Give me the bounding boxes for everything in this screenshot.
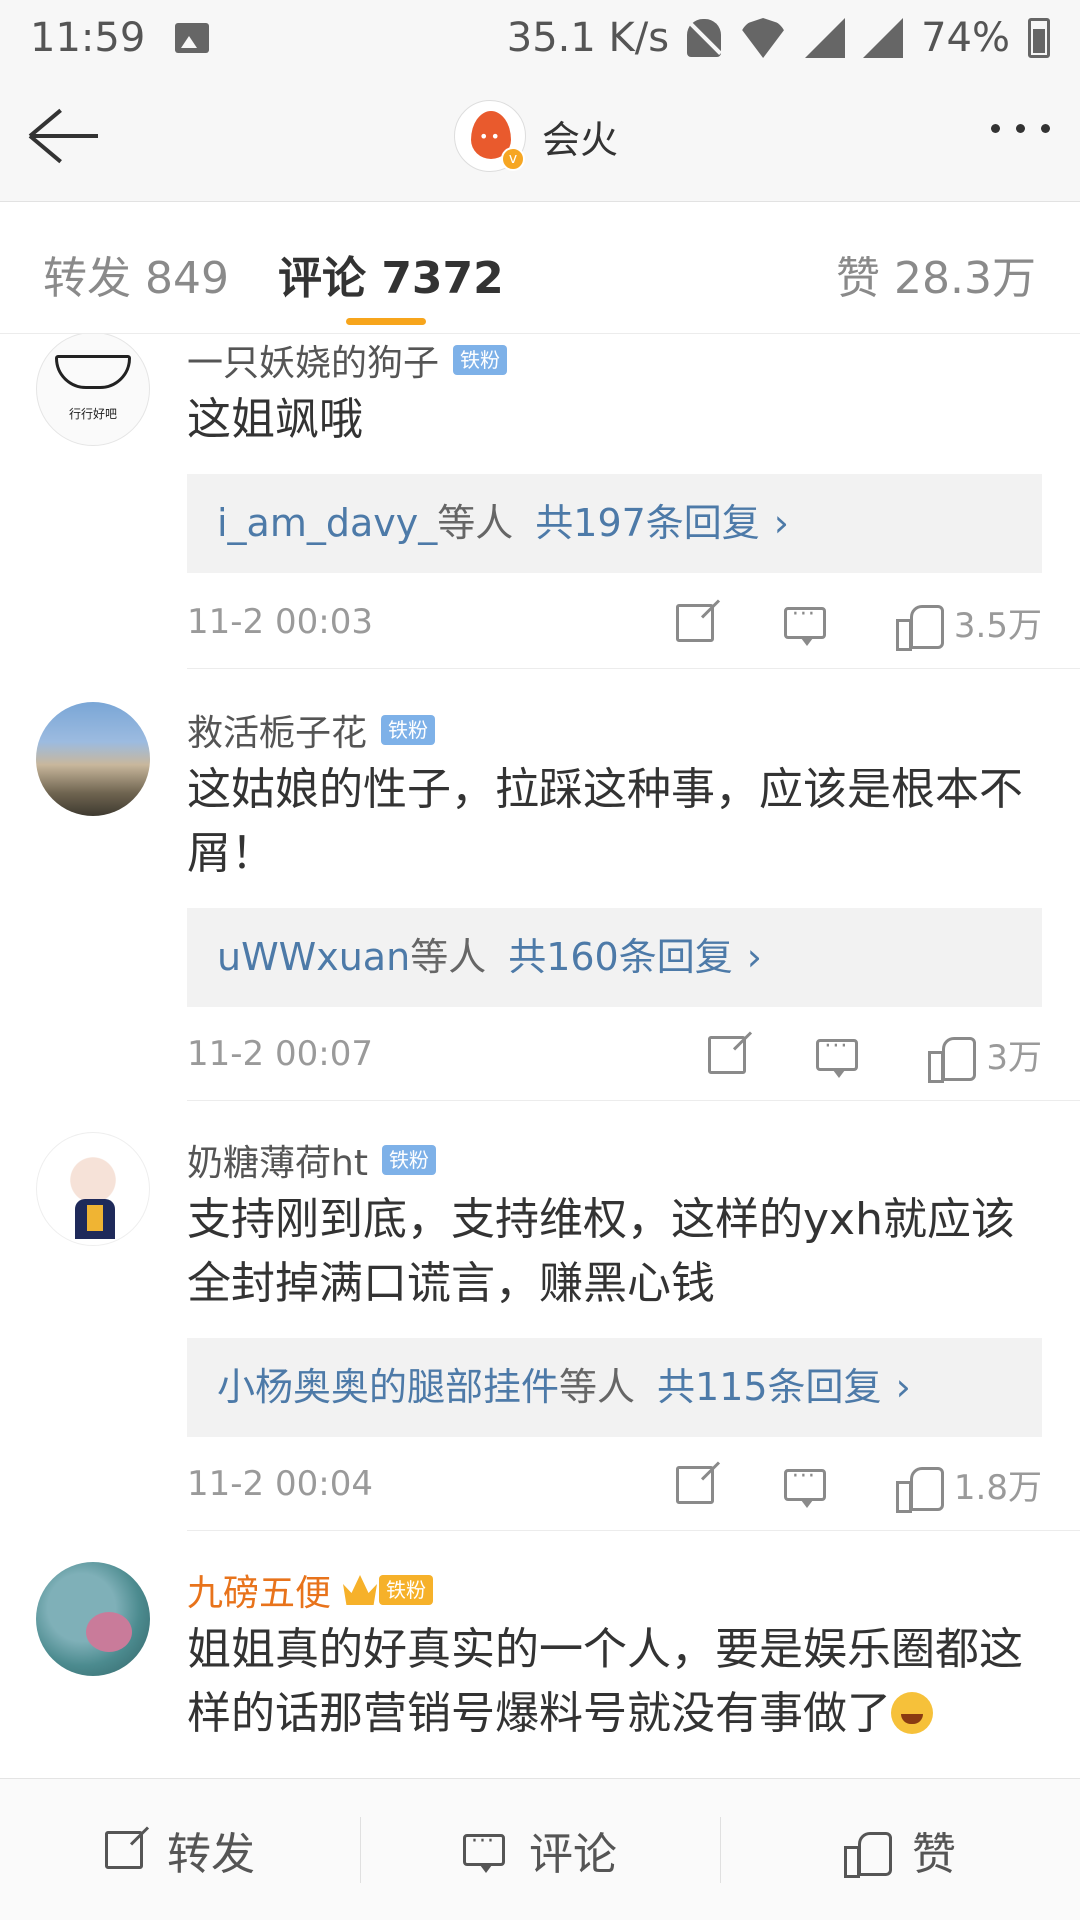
back-arrow-icon[interactable]: [28, 106, 102, 166]
like-icon[interactable]: [895, 1463, 944, 1513]
reply-icon[interactable]: [816, 1034, 859, 1078]
replies-link[interactable]: 小杨奥奥的腿部挂件等人 共115条回复 ›: [187, 1338, 1042, 1437]
repost-button[interactable]: 转发: [0, 1779, 360, 1920]
chevron-right-icon: ›: [895, 1365, 911, 1409]
fan-badge: 铁粉: [381, 1145, 436, 1175]
comment-time: 11-2 00:07: [187, 1034, 373, 1074]
author-avatar[interactable]: v: [454, 100, 526, 172]
weibo-comments-page: 11:59 35.1 K/s 74% v 会火 转发 849: [0, 0, 1080, 1920]
repost-label: 转发: [167, 1828, 255, 1880]
like-icon[interactable]: [928, 1033, 977, 1083]
battery-icon: [1028, 18, 1050, 58]
commenter-name[interactable]: 一只妖娆的狗子 铁粉: [187, 334, 508, 386]
status-bar: 11:59 35.1 K/s 74%: [0, 0, 1080, 76]
tab-repost[interactable]: 转发 849: [43, 242, 229, 306]
commenter-name[interactable]: 九磅五便 铁粉: [187, 1564, 434, 1616]
comment-list[interactable]: 行行好吧 一只妖娆的狗子 铁粉 这姐飒哦 i_am_davy_等人 共197条回复…: [0, 334, 1080, 1778]
comment-time: 11-2 00:04: [187, 1464, 373, 1504]
post-author[interactable]: v 会火: [454, 100, 618, 172]
active-tab-indicator: [346, 318, 426, 325]
status-time: 11:59: [30, 15, 146, 61]
replies-link[interactable]: i_am_davy_等人 共197条回复 ›: [187, 474, 1042, 573]
chevron-right-icon: ›: [773, 501, 789, 545]
comment-label: 评论: [529, 1828, 617, 1880]
commenter-name[interactable]: 奶糖薄荷ht 铁粉: [187, 1134, 436, 1186]
comment-text: 这姐飒哦: [187, 394, 363, 445]
comment-actions: 3.5万: [606, 598, 1042, 651]
tab-like[interactable]: 赞 28.3万: [836, 242, 1036, 306]
comment-text: 这姑娘的性子，拉踩这种事，应该是根本不屑！: [187, 764, 1023, 879]
share-icon[interactable]: [708, 1035, 747, 1074]
reply-icon[interactable]: [783, 602, 826, 646]
commenter-avatar[interactable]: 行行好吧: [36, 334, 150, 446]
comment-divider: [187, 1100, 1080, 1101]
share-icon[interactable]: [675, 1465, 714, 1504]
like-button[interactable]: 赞: [720, 1779, 1080, 1920]
network-speed: 35.1 K/s: [506, 15, 670, 61]
status-right: 35.1 K/s 74%: [507, 15, 1050, 61]
top-header: v 会火: [0, 76, 1080, 202]
fan-badge: 铁粉: [453, 345, 508, 375]
repost-icon: [105, 1830, 143, 1869]
bottom-action-bar: 转发 评论 赞: [0, 1778, 1080, 1920]
commenter-avatar[interactable]: [36, 1562, 150, 1676]
commenter-name[interactable]: 救活栀子花 铁粉: [187, 704, 436, 756]
author-name[interactable]: 会火: [542, 109, 618, 164]
comment-icon: [463, 1829, 505, 1873]
replies-link[interactable]: uWWxuan等人 共160条回复 ›: [187, 908, 1042, 1007]
battery-percent: 74%: [921, 15, 1010, 61]
mute-bell-icon: [687, 19, 722, 57]
commenter-avatar[interactable]: [36, 702, 150, 816]
wifi-icon: [739, 18, 788, 58]
comment-text: 姐姐真的好真实的一个人，要是娱乐圈都这样的话那营销号爆料号就没有事做了: [187, 1624, 1023, 1739]
like-count: 3万: [986, 1038, 1042, 1078]
like-count: 3.5万: [953, 606, 1042, 646]
like-label: 赞: [912, 1828, 956, 1880]
post-tabs: 转发 849 评论 7372 赞 28.3万: [0, 202, 1080, 334]
comment-divider: [187, 1530, 1080, 1531]
fan-badge: 铁粉: [381, 715, 436, 745]
comment-text: 支持刚到底，支持维权，这样的yxh就应该全封掉满口谎言，赚黑心钱: [187, 1194, 1015, 1309]
share-icon[interactable]: [675, 603, 714, 642]
crown-icon: [343, 1575, 378, 1605]
comment-time: 11-2 00:03: [187, 602, 373, 642]
fan-badge: 铁粉: [379, 1575, 434, 1605]
comment-button[interactable]: 评论: [360, 1779, 720, 1920]
signal-icon: [805, 18, 846, 58]
comment-divider: [187, 668, 1080, 669]
verified-badge-icon: v: [501, 147, 525, 171]
like-icon[interactable]: [895, 601, 944, 651]
more-options-icon[interactable]: [991, 124, 1050, 133]
gallery-icon: [175, 23, 210, 53]
laugh-cry-emoji-icon: [891, 1692, 933, 1734]
comment-actions: 3万: [638, 1030, 1042, 1083]
reply-icon[interactable]: [783, 1464, 826, 1508]
commenter-avatar[interactable]: [36, 1132, 150, 1246]
signal-icon-secondary: [863, 18, 904, 58]
comment-actions: 1.8万: [606, 1460, 1042, 1513]
chevron-right-icon: ›: [746, 935, 762, 979]
thumbs-up-icon: [844, 1828, 892, 1878]
like-count: 1.8万: [953, 1468, 1042, 1508]
